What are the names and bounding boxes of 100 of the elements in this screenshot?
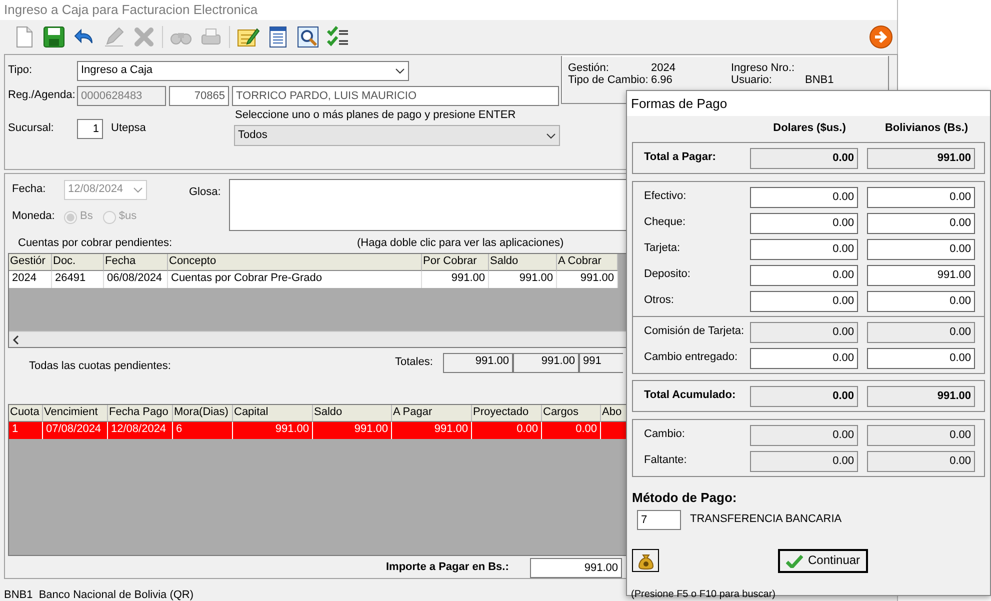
table-cell: 1 — [9, 422, 43, 439]
amount-field[interactable]: 991.00 — [867, 386, 975, 406]
column-header[interactable]: Gestiór — [9, 254, 52, 271]
column-header: Bolivianos (Bs.) — [884, 122, 970, 136]
table-cell: 991.00 — [313, 422, 392, 439]
type-dropdown[interactable]: Ingreso a Caja — [77, 61, 409, 81]
table-cell: 991.00 — [489, 271, 557, 288]
table-cell: 0.00 — [542, 422, 601, 439]
column-header[interactable]: Capital — [233, 405, 313, 422]
amount-field[interactable]: 0.00 — [750, 348, 858, 368]
amount-field[interactable]: 0.00 — [750, 450, 858, 472]
info-value: 6.96 — [651, 74, 674, 86]
column-header[interactable]: Abo — [601, 405, 627, 422]
column-header[interactable]: Concepto — [168, 254, 422, 271]
amount-field[interactable]: 0.00 — [750, 186, 858, 208]
table-cell: 26491 — [52, 271, 104, 288]
search-button[interactable] — [296, 25, 320, 49]
branch-field[interactable]: 1 — [77, 119, 103, 139]
table-cell: 6 — [173, 422, 233, 439]
column-header: Dolares ($us.) — [772, 122, 847, 136]
column-header[interactable]: A Pagar — [392, 405, 472, 422]
hint-text: (Haga doble clic para ver las aplicaciones) — [357, 237, 564, 251]
continue-button[interactable]: Continuar — [778, 548, 868, 573]
number-field[interactable]: 70865 — [169, 86, 229, 106]
amount-field[interactable]: 0.00 — [867, 322, 975, 342]
field-label: Sucursal: — [8, 122, 55, 136]
amount-field[interactable]: 0.00 — [750, 238, 858, 260]
amount-field[interactable]: 0.00 — [867, 186, 975, 208]
info-label: Gestión: — [568, 62, 610, 74]
amount-field[interactable]: 0.00 — [750, 386, 858, 406]
window-title: Ingreso a Caja para Facturacion Electronica — [0, 0, 897, 20]
table-cell: 07/08/2024 — [43, 422, 108, 439]
amount-field[interactable]: 0.00 — [750, 148, 858, 168]
table-cell: 991.00 — [422, 271, 489, 288]
info-value: 2024 — [651, 62, 676, 74]
field-label: Reg./Agenda: — [8, 89, 76, 103]
table-cell: 06/08/2024 — [104, 271, 168, 288]
table-cell: Cuentas por Cobrar Pre-Grado — [168, 271, 422, 288]
amount-field[interactable]: 0.00 — [867, 212, 975, 234]
chevron-icon — [133, 187, 143, 193]
column-header[interactable]: Fecha — [104, 254, 168, 271]
column-header[interactable]: Saldo — [313, 405, 392, 422]
amount-field[interactable]: 0.00 — [867, 348, 975, 368]
amount-field[interactable]: 991.00 — [530, 558, 622, 578]
field-label: Moneda: — [12, 210, 56, 224]
forward-button[interactable] — [869, 25, 893, 49]
field-label: Cambio: — [643, 428, 686, 442]
field-label: Deposito: — [643, 268, 692, 282]
code-field[interactable]: 0000628483 — [77, 86, 166, 106]
plans-dropdown[interactable]: Todos — [234, 125, 560, 146]
column-header[interactable]: Vencimient — [43, 405, 108, 422]
column-header[interactable]: Cuota — [9, 405, 43, 422]
field-label: Glosa: — [189, 186, 222, 200]
total-field: 991 — [579, 353, 623, 373]
checklist-button[interactable] — [326, 25, 350, 49]
method-name: TRANSFERENCIA BANCARIA — [690, 513, 842, 526]
amount-field[interactable]: 0.00 — [750, 424, 858, 446]
table-cell: 12/08/2024 — [108, 422, 173, 439]
field-label: Tarjeta: — [643, 242, 682, 256]
column-header[interactable]: Fecha Pago — [108, 405, 173, 422]
horizontal-scrollbar[interactable] — [9, 331, 627, 347]
amount-field[interactable]: 0.00 — [750, 322, 858, 342]
column-header[interactable]: Por Cobrar — [422, 254, 489, 271]
field-label: Cheque: — [643, 216, 687, 230]
amount-field[interactable]: 0.00 — [867, 424, 975, 446]
amount-field[interactable]: 991.00 — [867, 264, 975, 286]
amount-field[interactable]: 0.00 — [750, 264, 858, 286]
column-header[interactable]: Mora(Dias) — [173, 405, 233, 422]
table-cell: 991.00 — [557, 271, 618, 288]
hint-text: (Presione F5 o F10 para buscar) — [631, 588, 776, 600]
table-cell — [601, 422, 627, 439]
hint-text: Seleccione uno o más planes de pago y presione ENTER — [235, 109, 517, 123]
amount-field[interactable]: 0.00 — [867, 238, 975, 260]
info-label: Ingreso Nro.: — [731, 62, 796, 74]
check-icon — [786, 554, 803, 568]
name-field[interactable]: TORRICO PARDO, LUIS MAURICIO — [232, 86, 559, 106]
method-code-field[interactable]: 7 — [637, 510, 681, 530]
info-value: BNB1 — [805, 74, 835, 86]
field-label: Fecha: — [12, 183, 47, 197]
field-label: Otros: — [643, 294, 675, 308]
amount-field[interactable]: 0.00 — [750, 212, 858, 234]
column-header[interactable]: A Cobrar — [557, 254, 618, 271]
column-header[interactable]: Doc. — [52, 254, 104, 271]
amount-field[interactable]: 991.00 — [867, 148, 975, 168]
table-cell: 0.00 — [472, 422, 542, 439]
chevron-icon — [395, 68, 405, 74]
dialog-title: Formas de Pago — [627, 91, 990, 116]
amount-field[interactable]: 0.00 — [750, 290, 858, 312]
amount-field[interactable]: 0.00 — [867, 290, 975, 312]
field-label: Cambio entregado: — [643, 351, 739, 365]
amount-field[interactable]: 0.00 — [867, 450, 975, 472]
column-header[interactable]: Cargos — [542, 405, 601, 422]
info-label: Usuario: — [731, 74, 773, 86]
column-header[interactable]: Saldo — [489, 254, 557, 271]
status-text: BNB1 Banco Nacional de Bolivia (QR) — [4, 589, 194, 601]
money-bag-button[interactable] — [632, 549, 659, 572]
field-label: Efectivo: — [643, 190, 688, 204]
chevron-icon — [546, 132, 556, 138]
save-button[interactable] — [42, 25, 66, 49]
column-header[interactable]: Proyectado — [472, 405, 542, 422]
